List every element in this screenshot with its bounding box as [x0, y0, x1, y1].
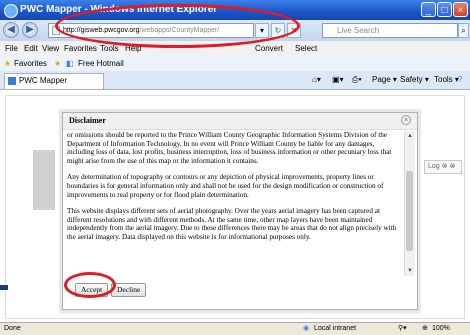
- cmd-page[interactable]: Page ▾: [372, 73, 397, 87]
- convert-button[interactable]: Convert: [255, 41, 283, 56]
- url-host: http://gisweb.pwcgov.org: [63, 27, 140, 34]
- home-icon[interactable]: ⌂▾: [312, 73, 321, 87]
- log-button[interactable]: Log ⊗ ⊗: [424, 160, 462, 174]
- search-icon[interactable]: ⌕: [458, 23, 469, 38]
- dialog-scrollbar[interactable]: ▲ ▼: [404, 131, 415, 276]
- menu-view[interactable]: View: [42, 41, 59, 56]
- log-label: Log: [428, 163, 440, 170]
- dialog-title: Disclaimer: [69, 116, 106, 125]
- favorites-bar: ★ Favorites ★ ◧ Free Hotmail: [0, 56, 470, 72]
- scroll-down-icon[interactable]: ▼: [405, 266, 415, 276]
- print-icon[interactable]: ⎙▾: [352, 73, 362, 87]
- intranet-icon: ◉: [303, 325, 310, 332]
- dialog-header: Disclaimer ×: [63, 113, 417, 130]
- star-icon: ★: [4, 59, 12, 68]
- tab-label: PWC Mapper: [19, 76, 68, 85]
- scroll-up-icon[interactable]: ▲: [405, 131, 415, 141]
- cmd-safety[interactable]: Safety ▾: [400, 73, 429, 87]
- add-favorite-icon[interactable]: ★: [54, 56, 61, 71]
- dialog-close-icon[interactable]: ×: [401, 115, 411, 125]
- forward-button[interactable]: ▶: [22, 22, 38, 38]
- accept-button[interactable]: Accept: [75, 283, 109, 297]
- refresh-button[interactable]: ↻: [271, 23, 285, 38]
- tab-icon: [8, 77, 16, 85]
- maximize-button[interactable]: □: [437, 2, 452, 17]
- title-bar: PWC Mapper - Windows Internet Explorer _…: [0, 0, 470, 20]
- disclaimer-paragraph: Any determination of topography or conto…: [67, 173, 384, 199]
- feeds-icon[interactable]: ▣▾: [332, 73, 344, 87]
- url-path: /webapps/CountyMapper/: [139, 27, 220, 34]
- url-input[interactable]: http://gisweb.pwcgov.org/webapps/CountyM…: [48, 23, 254, 38]
- status-bar: Done ◉ Local intranet ⚲▾ ⊕ 100%: [0, 322, 470, 335]
- help-icon[interactable]: ?: [458, 73, 462, 87]
- disclaimer-text: or omissions should be reported to the P…: [67, 131, 403, 275]
- favorite-link-hotmail[interactable]: Free Hotmail: [78, 56, 124, 71]
- ie-icon: [4, 4, 18, 18]
- zoom-icon[interactable]: ⊕: [422, 323, 428, 334]
- zoom-level[interactable]: 100%: [432, 323, 450, 334]
- security-zone: Local intranet: [314, 325, 357, 332]
- search-input[interactable]: Live Search: [322, 23, 458, 38]
- tab-pwc-mapper[interactable]: PWC Mapper: [4, 73, 104, 89]
- disclaimer-paragraph: or omissions should be reported to the P…: [67, 131, 392, 165]
- window-title: PWC Mapper - Windows Internet Explorer: [20, 4, 218, 15]
- tab-bar: PWC Mapper ⌂▾ ▣▾ ⎙▾ Page ▾ Safety ▾ Tool…: [0, 71, 470, 90]
- page-graphic: [33, 150, 55, 210]
- status-text: Done: [4, 325, 21, 332]
- address-bar: ◀ ▶ http://gisweb.pwcgov.org/webapps/Cou…: [0, 20, 470, 41]
- menu-bar: File Edit View Favorites Tools Help Conv…: [0, 41, 470, 57]
- cmd-tools-label: Tools: [434, 75, 453, 84]
- menu-tools[interactable]: Tools: [100, 41, 119, 56]
- hotmail-icon: ◧: [66, 59, 74, 68]
- menu-favorites[interactable]: Favorites: [64, 41, 97, 56]
- cmd-safety-label: Safety: [400, 75, 423, 84]
- search-placeholder: Live Search: [337, 26, 380, 35]
- page-icon: [52, 26, 60, 35]
- page-content: Log ⊗ ⊗ Disclaimer × or omissions should…: [0, 90, 470, 322]
- cmd-tools[interactable]: Tools ▾: [434, 73, 459, 87]
- menu-edit[interactable]: Edit: [24, 41, 38, 56]
- cmd-page-label: Page: [372, 75, 391, 84]
- close-button[interactable]: ×: [453, 2, 468, 17]
- disclaimer-dialog: Disclaimer × or omissions should be repo…: [62, 112, 418, 310]
- menu-help[interactable]: Help: [125, 41, 141, 56]
- menu-file[interactable]: File: [5, 41, 18, 56]
- scroll-thumb[interactable]: [406, 171, 413, 251]
- minimize-button[interactable]: _: [421, 2, 436, 17]
- decline-button[interactable]: Decline: [111, 283, 147, 297]
- stop-button[interactable]: ✕: [287, 23, 301, 38]
- favorites-button[interactable]: Favorites: [14, 56, 47, 71]
- back-button[interactable]: ◀: [3, 22, 19, 38]
- disclaimer-paragraph: This website displays different sets of …: [67, 207, 397, 241]
- url-dropdown-button[interactable]: ▾: [255, 23, 269, 38]
- protected-mode-icon[interactable]: ⚲▾: [398, 323, 407, 334]
- select-button[interactable]: Select: [295, 41, 317, 56]
- page-marker: [0, 285, 8, 290]
